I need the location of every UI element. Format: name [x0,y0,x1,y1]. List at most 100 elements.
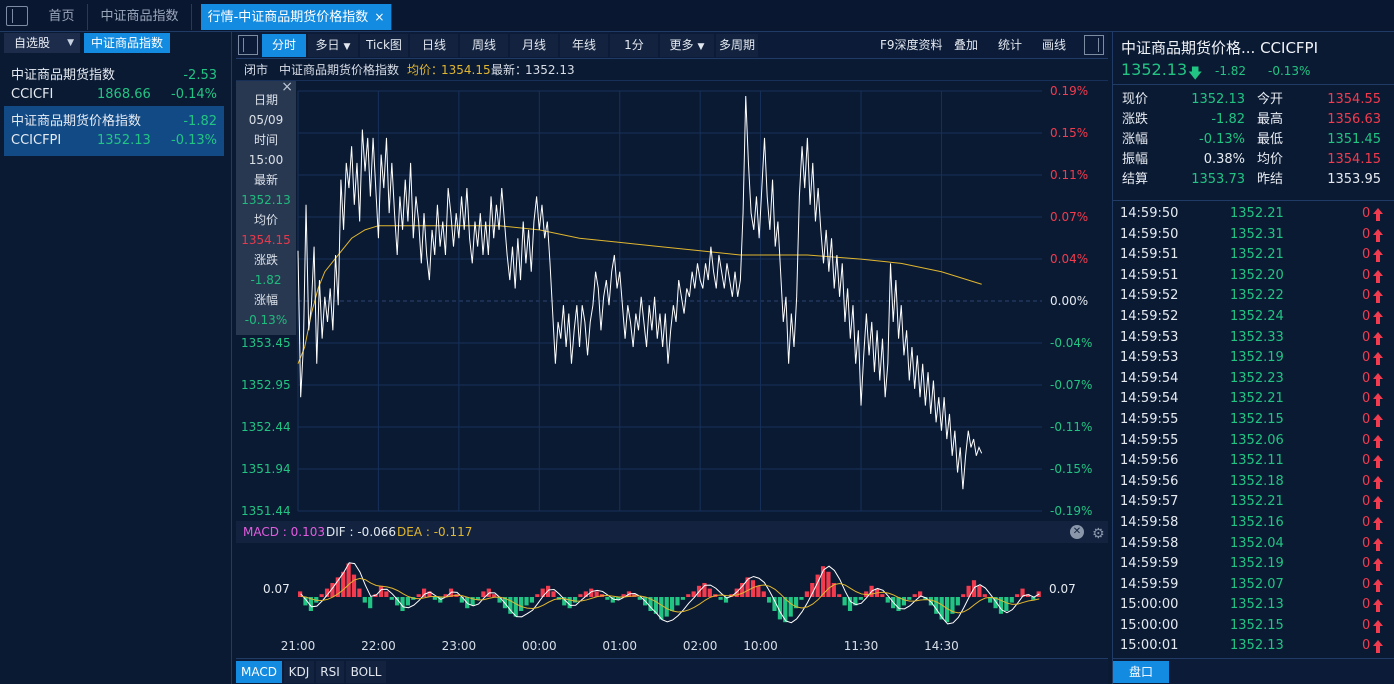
tab-close-icon[interactable]: × [374,10,384,24]
tick-time: 14:59:54 [1120,370,1179,386]
tick-row: 14:59:59 1352.07 0 [1113,575,1394,596]
tick-volume: 0 [1362,370,1371,386]
tick-row: 14:59:56 1352.18 0 [1113,472,1394,493]
tab-home-label: 首页 [48,9,75,24]
weekly-button[interactable]: 周线 [460,34,508,57]
watchlist-tab-csi-commodity[interactable]: 中证商品指数 [84,33,170,53]
tick-price: 1352.33 [1230,329,1284,345]
tick-volume: 0 [1362,206,1371,221]
tab-kdj[interactable]: KDJ [284,661,314,683]
tick-list[interactable]: 14:59:50 1352.21 0 14:59:50 1352.31 0 14:59:51… [1113,204,1394,657]
timeshare-button[interactable]: 分时 [262,34,306,57]
macd-bar [368,597,373,609]
f9-data-button[interactable]: F9深度资料 [880,34,943,57]
y-left-tick: 1352.95 [241,378,291,392]
index-item-ccicfi[interactable]: 中证商品期货指数 -2.53 CCICFI 1868.66 -0.14% [4,60,224,110]
tab-quote-active[interactable]: 行情-中证商品期货价格指数 × [201,4,392,30]
macd-bar [901,597,907,606]
x-tick: 10:00 [743,639,778,653]
more-button[interactable]: 更多 ▼ [660,34,714,57]
quote-value: 1356.63 [1327,112,1381,127]
tab-home[interactable]: 首页 [36,4,88,30]
quote-value: 1351.45 [1327,132,1381,147]
macd-bar [524,597,529,606]
macd-bar [551,591,556,597]
tab-rsi[interactable]: RSI [316,661,344,683]
tick-row: 15:00:00 1352.15 0 [1113,616,1394,637]
left-panel-toggle-icon[interactable] [238,35,258,55]
index-value: 1352.13 [97,133,151,148]
x-tick: 11:30 [843,639,879,653]
macd-bar [804,591,809,597]
tab-macd[interactable]: MACD [236,661,282,683]
tooltip-row: 最新 [253,173,278,187]
tick-time: 14:59:55 [1120,411,1179,427]
gear-icon[interactable]: ⚙ [1092,523,1105,545]
dif-line [300,562,1040,625]
up-arrow-icon [1372,558,1384,572]
tick-row: 14:59:54 1352.21 0 [1113,389,1394,410]
multiday-button[interactable]: 多日 ▼ [308,34,358,57]
chart-toolbar: 分时 多日 ▼ Tick图 日线 周线 月线 年线 1分 更多 ▼ 多周期 F9深度… [236,32,1108,59]
yearly-button[interactable]: 年线 [560,34,608,57]
macd-bar [519,597,524,611]
macd-bar [1009,597,1014,603]
statistics-button[interactable]: 统计 [998,34,1022,57]
daily-button[interactable]: 日线 [410,34,458,57]
up-arrow-icon [1372,372,1384,386]
tick-time: 14:59:52 [1120,308,1179,324]
multi-period-button[interactable]: 多周期 [716,34,758,57]
macd-close-icon[interactable]: ✕ [1070,525,1084,539]
tick-price: 1352.15 [1230,617,1284,633]
tick-chart-button[interactable]: Tick图 [360,34,408,57]
watchlist-selector[interactable]: 自选股 ▼ [4,33,80,53]
tick-volume: 0 [1362,432,1371,448]
overlay-button[interactable]: 叠加 [954,34,978,57]
macd-bar [686,594,691,597]
index-code: CCICFPI [11,133,62,148]
up-arrow-icon [1372,290,1384,304]
tick-time: 14:59:51 [1120,267,1179,283]
drawing-button[interactable]: 画线 [1042,34,1066,57]
monthly-button[interactable]: 月线 [510,34,558,57]
tick-row: 14:59:55 1352.15 0 [1113,410,1394,431]
up-arrow-icon [1372,331,1384,345]
tick-volume: 0 [1362,411,1371,427]
dif-value: DIF : -0.066 [326,525,397,539]
tick-time: 14:59:53 [1120,350,1179,366]
app-window: 首页 中证商品指数 行情-中证商品期货价格指数 × 自选股 ▼ 中证商品指数 中证商… [0,0,1394,684]
tab-boll[interactable]: BOLL [346,661,386,683]
tick-row: 14:59:58 1352.04 0 [1113,534,1394,555]
tab-csi-commodity-index[interactable]: 中证商品指数 [88,4,192,30]
one-minute-button[interactable]: 1分 [610,34,658,57]
index-change: -2.53 [183,68,217,83]
tick-row: 15:00:00 1352.13 0 [1113,595,1394,616]
sidebar-toggle-icon[interactable] [6,6,28,26]
index-item-ccicfpi[interactable]: 中证商品期货价格指数 -1.82 CCICFPI 1352.13 -0.13% [4,106,224,156]
tick-price: 1352.31 [1230,226,1284,242]
quote-value: 1353.73 [1191,172,1245,187]
tick-time: 14:59:55 [1120,432,1179,448]
time-axis: 21:00 22:00 23:00 00:00 01:00 02:00 10:00 11:30… [236,636,1108,658]
tick-volume: 0 [1362,267,1371,283]
tooltip-row: 均价 [253,213,278,227]
dea-value: DEA : -0.117 [397,525,473,539]
timeshare-chart[interactable]: 0.19% 0.15% 0.11% 0.07% 0.04% 0.00% -0.04% -0.0… [236,81,1108,521]
macd-bar [351,574,357,597]
tick-price: 1352.15 [1230,411,1284,427]
tick-price: 1352.18 [1230,473,1284,489]
tick-volume: 0 [1362,308,1371,324]
macd-bar [718,597,723,600]
x-tick: 02:00 [682,639,718,653]
macd-bar [961,594,966,597]
up-arrow-icon [1372,619,1384,633]
macd-bar [384,591,389,597]
up-arrow-icon [1372,599,1384,613]
macd-bar [842,597,847,606]
latest-price-label: 最新： [491,63,528,77]
tick-price: 1352.13 [1230,638,1284,654]
tab-orderbook[interactable]: 盘口 [1113,661,1169,683]
right-panel-toggle-icon[interactable] [1084,35,1104,55]
dropdown-arrow-icon: ▼ [343,42,351,52]
quote-value: 1354.55 [1327,92,1381,107]
